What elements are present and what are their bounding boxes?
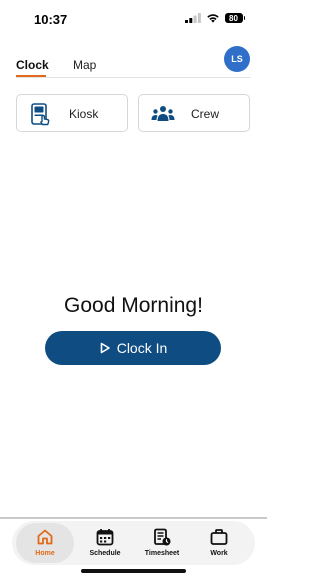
battery-level: 80 [224,13,243,23]
clock-in-label: Clock In [116,340,168,356]
nav-item-schedule[interactable]: Schedule [76,523,134,563]
kiosk-button[interactable]: Kiosk [16,94,128,132]
status-icons: 80 [184,13,245,23]
tab-clock[interactable]: Clock [16,58,49,72]
app-screen: 10:37 80 Clock Map LS Kiosk Crew Good Mo… [0,0,267,578]
home-icon [37,529,53,545]
kiosk-icon [31,103,50,126]
clock-in-button[interactable]: Clock In [45,331,221,365]
briefcase-icon [210,529,228,545]
crew-label: Crew [191,107,220,121]
wifi-icon [206,14,219,23]
nav-label-home: Home [35,550,55,557]
calendar-icon [96,529,114,546]
tab-map[interactable]: Map [73,58,96,72]
nav-item-work[interactable]: Work [190,523,248,563]
crew-button[interactable]: Crew [138,94,250,132]
crew-icon [151,106,175,121]
bottom-nav: Home Schedule Timesheet Work [12,521,255,565]
kiosk-label: Kiosk [69,107,99,121]
nav-item-timesheet[interactable]: Timesheet [133,523,191,563]
avatar[interactable]: LS [224,46,250,72]
tabs-divider [16,77,251,78]
nav-divider [0,517,267,519]
nav-label-schedule: Schedule [89,550,121,557]
timesheet-icon [154,528,171,546]
battery-indicator: 80 [224,13,245,23]
status-bar: 10:37 80 [0,0,267,40]
nav-label-work: Work [210,550,228,557]
greeting-text: Good Morning! [64,294,203,317]
play-icon [100,342,110,354]
cellular-signal-icon [184,13,201,23]
nav-label-timesheet: Timesheet [144,550,180,557]
status-time: 10:37 [34,12,68,27]
home-indicator[interactable] [81,569,186,573]
nav-item-home[interactable]: Home [16,523,74,563]
